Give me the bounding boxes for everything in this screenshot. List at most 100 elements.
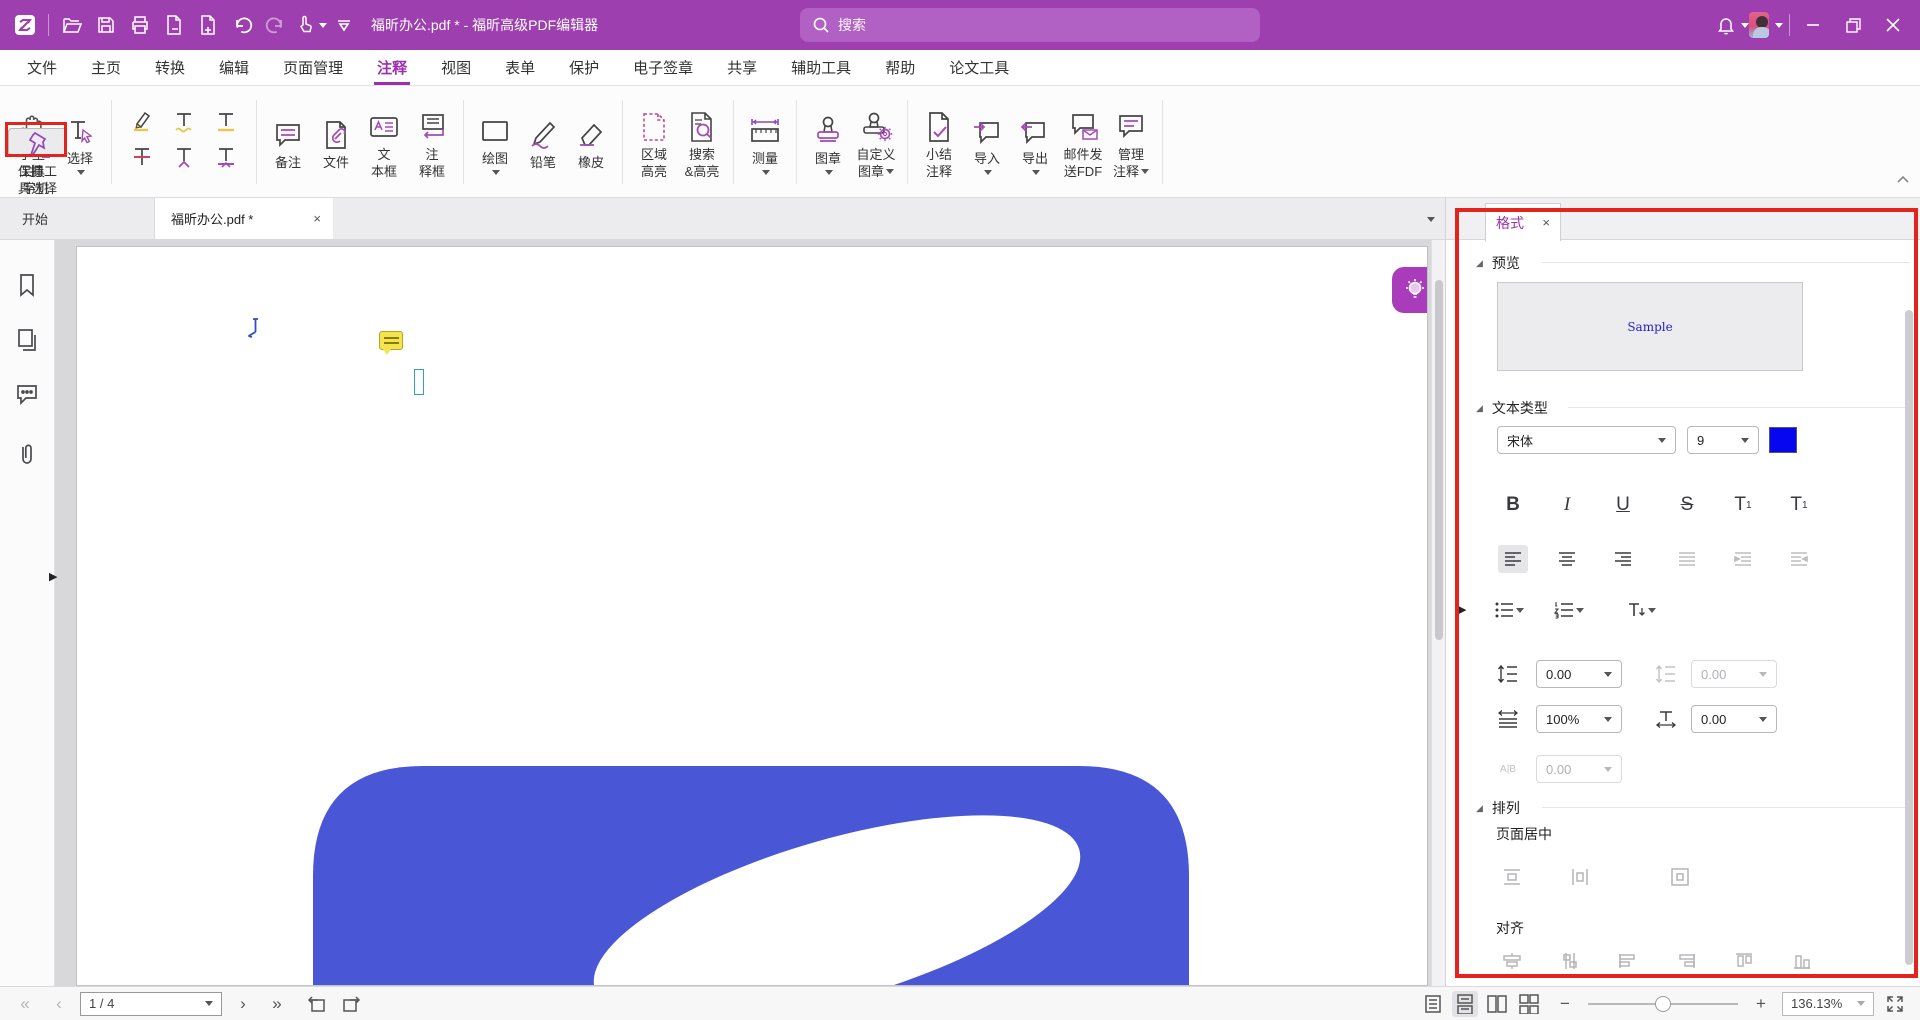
underline-tool-button[interactable] — [213, 108, 239, 139]
horizontal-scale-select[interactable]: 100% — [1536, 705, 1622, 733]
center-both-button[interactable] — [1667, 864, 1693, 890]
restore-button[interactable] — [1836, 8, 1870, 42]
menu-tab-accessibility[interactable]: 辅助工具 — [774, 50, 868, 85]
close-tab-icon[interactable]: × — [313, 211, 321, 226]
panel-collapse-handle[interactable]: ▶ — [1458, 603, 1466, 616]
attachments-panel-button[interactable] — [13, 440, 41, 468]
underline-style-button[interactable]: U — [1608, 490, 1638, 520]
bold-button[interactable]: B — [1498, 490, 1528, 520]
menu-tab-convert[interactable]: 转换 — [138, 50, 202, 85]
char-spacing-select[interactable]: 0.00 — [1691, 705, 1777, 733]
menu-tab-form[interactable]: 表单 — [488, 50, 552, 85]
font-size-select[interactable]: 9 — [1687, 426, 1759, 454]
align-right-button[interactable] — [1608, 545, 1638, 573]
manage-comments-button[interactable]: 管理 注释 — [1107, 102, 1155, 182]
facing-continuous-view-button[interactable] — [1516, 991, 1542, 1017]
menu-tab-home[interactable]: 主页 — [74, 50, 138, 85]
align-objects-left-button[interactable] — [1499, 948, 1525, 974]
bookmarks-panel-button[interactable] — [13, 271, 41, 299]
pdf-page[interactable] — [76, 246, 1428, 986]
search-highlight-tool-button[interactable]: 搜索 &高亮 — [678, 102, 726, 182]
textbox-tool-button[interactable]: 文 本框 — [360, 102, 408, 182]
menu-tab-paper-tools[interactable]: 论文工具 — [932, 50, 1026, 85]
previous-page-button[interactable]: ‹ — [46, 991, 72, 1017]
account-button[interactable] — [1749, 8, 1783, 42]
menu-tab-protect[interactable]: 保护 — [552, 50, 616, 85]
menu-tab-view[interactable]: 视图 — [424, 50, 488, 85]
menu-tab-share[interactable]: 共享 — [710, 50, 774, 85]
summary-comments-button[interactable]: 小结 注释 — [915, 102, 963, 182]
rotate-left-button[interactable] — [304, 991, 330, 1017]
menu-tab-esign[interactable]: 电子签章 — [616, 50, 710, 85]
align-objects-top-button[interactable] — [1673, 948, 1699, 974]
indent-decrease-button[interactable] — [1728, 545, 1758, 573]
minimize-button[interactable] — [1796, 8, 1830, 42]
page-number-select[interactable]: 1 / 4 — [80, 992, 222, 1016]
keep-tool-selected-toggle[interactable]: 保持工 具选择 — [8, 128, 67, 156]
comments-panel-button[interactable] — [13, 380, 41, 408]
superscript-button[interactable]: T1 — [1728, 490, 1758, 520]
line-spacing-select[interactable]: 0.00 — [1536, 660, 1622, 688]
format-panel-tab[interactable]: 格式 × — [1485, 203, 1561, 241]
stamp-tool-button[interactable]: 图章 — [804, 106, 852, 177]
touch-mode-button[interactable] — [293, 8, 327, 42]
align-objects-bottom-button[interactable] — [1789, 948, 1815, 974]
open-file-button[interactable] — [55, 8, 89, 42]
align-left-button[interactable] — [1498, 545, 1528, 573]
drawing-tool-button[interactable]: 绘图 — [471, 106, 519, 177]
save-button[interactable] — [89, 8, 123, 42]
sidebar-expand-handle[interactable]: ▶ — [49, 570, 57, 583]
font-color-swatch[interactable] — [1769, 427, 1797, 453]
fullscreen-button[interactable] — [1882, 991, 1908, 1017]
insert-text-tool-button[interactable] — [171, 144, 197, 175]
zoom-out-button[interactable]: − — [1552, 991, 1578, 1017]
text-type-section-header[interactable]: ◢ 文本类型 — [1476, 398, 1548, 418]
zoom-in-button[interactable]: + — [1748, 991, 1774, 1017]
subscript-button[interactable]: T1 — [1784, 490, 1814, 520]
document-viewport[interactable]: ▶ — [55, 240, 1445, 986]
menu-tab-file[interactable]: 文件 — [10, 50, 74, 85]
redo-button[interactable] — [259, 8, 293, 42]
export-page-button[interactable] — [157, 8, 191, 42]
menu-tab-help[interactable]: 帮助 — [868, 50, 932, 85]
tab-active-document[interactable]: 福昕办公.pdf * × — [155, 198, 333, 239]
global-search[interactable] — [800, 8, 1260, 42]
first-page-button[interactable]: « — [12, 991, 38, 1017]
scrollbar-thumb[interactable] — [1435, 280, 1443, 640]
align-center-button[interactable] — [1552, 545, 1582, 573]
print-button[interactable] — [123, 8, 157, 42]
pencil-tool-button[interactable]: 铅笔 — [519, 110, 567, 173]
menu-tab-page-manage[interactable]: 页面管理 — [266, 50, 360, 85]
center-vertical-button[interactable] — [1499, 864, 1525, 890]
single-page-view-button[interactable] — [1420, 991, 1446, 1017]
tab-list-dropdown-icon[interactable] — [1427, 217, 1435, 222]
export-comments-button[interactable]: 导出 — [1011, 106, 1059, 177]
font-family-select[interactable]: 宋体 — [1497, 426, 1676, 454]
file-attach-tool-button[interactable]: 文件 — [312, 110, 360, 173]
document-scrollbar[interactable] — [1431, 240, 1445, 986]
app-logo[interactable] — [8, 8, 42, 42]
bullet-list-button[interactable] — [1494, 595, 1524, 625]
email-fdf-button[interactable]: 邮件发 送FDF — [1059, 102, 1107, 182]
replace-text-tool-button[interactable] — [213, 144, 239, 175]
facing-view-button[interactable] — [1484, 991, 1510, 1017]
indent-increase-button[interactable] — [1784, 545, 1814, 573]
align-justify-button[interactable] — [1672, 545, 1702, 573]
align-objects-right-button[interactable] — [1615, 948, 1641, 974]
collapse-ribbon-button[interactable] — [1892, 168, 1914, 190]
quick-access-customize-button[interactable] — [327, 8, 361, 42]
highlight-tool-button[interactable] — [129, 108, 155, 139]
menu-tab-comment[interactable]: 注释 — [360, 50, 424, 85]
custom-stamp-tool-button[interactable]: 自定义 图章 — [852, 102, 900, 182]
zoom-slider-knob[interactable] — [1655, 996, 1671, 1012]
close-panel-icon[interactable]: × — [1542, 215, 1550, 230]
zoom-level-select[interactable]: 136.13% — [1782, 992, 1874, 1016]
preview-section-header[interactable]: ◢ 预览 — [1476, 253, 1520, 273]
ai-assistant-button[interactable] — [1392, 267, 1428, 313]
zoom-slider[interactable] — [1588, 1003, 1738, 1005]
pages-panel-button[interactable] — [13, 326, 41, 354]
tab-start-page[interactable]: 开始 — [0, 198, 155, 239]
next-page-button[interactable]: › — [230, 991, 256, 1017]
close-window-button[interactable] — [1876, 8, 1910, 42]
measure-tool-button[interactable]: 测量 — [741, 106, 789, 177]
